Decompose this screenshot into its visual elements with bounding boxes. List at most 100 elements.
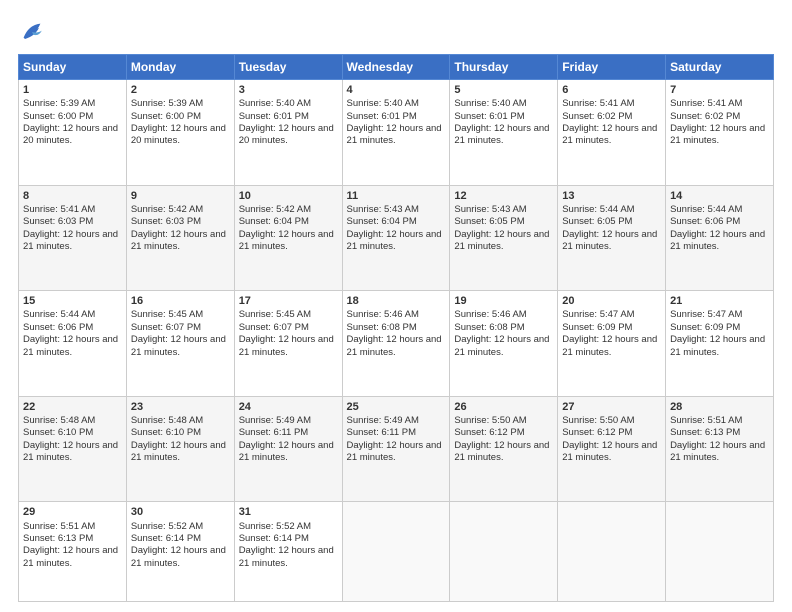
sunset-label: Sunset: 6:09 PM — [670, 322, 740, 333]
daylight-label: Daylight: 12 hours and 20 minutes. — [239, 123, 334, 146]
day-number: 18 — [347, 294, 446, 308]
calendar-cell: 22Sunrise: 5:48 AMSunset: 6:10 PMDayligh… — [19, 396, 127, 502]
sunrise-label: Sunrise: 5:52 AM — [239, 521, 311, 532]
sunrise-label: Sunrise: 5:49 AM — [347, 415, 419, 426]
daylight-label: Daylight: 12 hours and 21 minutes. — [347, 123, 442, 146]
sunset-label: Sunset: 6:00 PM — [131, 111, 201, 122]
sunset-label: Sunset: 6:13 PM — [23, 533, 93, 544]
sunset-label: Sunset: 6:07 PM — [239, 322, 309, 333]
calendar-cell: 23Sunrise: 5:48 AMSunset: 6:10 PMDayligh… — [126, 396, 234, 502]
day-number: 12 — [454, 189, 553, 203]
calendar-cell — [342, 502, 450, 602]
daylight-label: Daylight: 12 hours and 21 minutes. — [670, 334, 765, 357]
daylight-label: Daylight: 12 hours and 21 minutes. — [239, 334, 334, 357]
sunrise-label: Sunrise: 5:48 AM — [23, 415, 95, 426]
calendar-cell: 30Sunrise: 5:52 AMSunset: 6:14 PMDayligh… — [126, 502, 234, 602]
week-row-5: 29Sunrise: 5:51 AMSunset: 6:13 PMDayligh… — [19, 502, 774, 602]
calendar-cell: 4Sunrise: 5:40 AMSunset: 6:01 PMDaylight… — [342, 80, 450, 186]
day-number: 16 — [131, 294, 230, 308]
page: SundayMondayTuesdayWednesdayThursdayFrid… — [0, 0, 792, 612]
day-number: 1 — [23, 83, 122, 97]
calendar-cell: 25Sunrise: 5:49 AMSunset: 6:11 PMDayligh… — [342, 396, 450, 502]
day-number: 17 — [239, 294, 338, 308]
daylight-label: Daylight: 12 hours and 21 minutes. — [239, 229, 334, 252]
sunrise-label: Sunrise: 5:47 AM — [670, 309, 742, 320]
sunset-label: Sunset: 6:11 PM — [347, 427, 417, 438]
sunset-label: Sunset: 6:05 PM — [562, 216, 632, 227]
day-number: 31 — [239, 505, 338, 519]
calendar-cell: 19Sunrise: 5:46 AM Sunset: 6:08 PMDayligh… — [450, 291, 558, 397]
sunset-label: Sunset: 6:14 PM — [131, 533, 201, 544]
daylight-label: Daylight: 12 hours and 21 minutes. — [23, 229, 118, 252]
sunset-label: Sunset: 6:09 PM — [562, 322, 632, 333]
day-number: 30 — [131, 505, 230, 519]
sunrise-label: Sunrise: 5:45 AM — [131, 309, 203, 320]
day-number: 19 — [454, 294, 553, 308]
calendar-cell: 18Sunrise: 5:46 AMSunset: 6:08 PMDayligh… — [342, 291, 450, 397]
sunrise-label: Sunrise: 5:51 AM — [670, 415, 742, 426]
daylight-label: Daylight: 12 hours and 21 minutes. — [562, 229, 657, 252]
calendar-cell: 24Sunrise: 5:49 AMSunset: 6:11 PMDayligh… — [234, 396, 342, 502]
sunrise-label: Sunrise: 5:39 AM — [131, 98, 203, 109]
sunrise-label: Sunrise: 5:42 AM — [239, 204, 311, 215]
sunrise-label: Sunrise: 5:43 AM — [347, 204, 419, 215]
sunrise-label: Sunrise: 5:41 AM — [562, 98, 634, 109]
sunrise-label: Sunrise: 5:46 AM — [347, 309, 419, 320]
sunset-label: Sunset: 6:02 PM — [562, 111, 632, 122]
day-number: 11 — [347, 189, 446, 203]
calendar-cell: 9Sunrise: 5:42 AMSunset: 6:03 PMDaylight… — [126, 185, 234, 291]
sunset-label: Sunset: 6:00 PM — [23, 111, 93, 122]
day-header-thursday: Thursday — [450, 55, 558, 80]
daylight-label: Daylight: 12 hours and 21 minutes. — [23, 440, 118, 463]
sunset-label: Sunset: 6:06 PM — [670, 216, 740, 227]
day-number: 25 — [347, 400, 446, 414]
sunset-label: Sunset: 6:10 PM — [23, 427, 93, 438]
sunrise-label: Sunrise: 5:40 AM — [347, 98, 419, 109]
day-number: 5 — [454, 83, 553, 97]
calendar-cell: 29Sunrise: 5:51 AMSunset: 6:13 PMDayligh… — [19, 502, 127, 602]
week-row-2: 8Sunrise: 5:41 AMSunset: 6:03 PMDaylight… — [19, 185, 774, 291]
calendar-cell: 15Sunrise: 5:44 AMSunset: 6:06 PMDayligh… — [19, 291, 127, 397]
sunrise-label: Sunrise: 5:46 AM — [454, 309, 526, 320]
sunset-label: Sunset: 6:04 PM — [347, 216, 417, 227]
daylight-label: Daylight: 12 hours and 21 minutes. — [239, 545, 334, 568]
sunrise-label: Sunrise: 5:52 AM — [131, 521, 203, 532]
daylight-label: Daylight: 12 hours and 21 minutes. — [670, 440, 765, 463]
daylight-label: Daylight: 12 hours and 21 minutes. — [562, 334, 657, 357]
calendar-cell: 13Sunrise: 5:44 AMSunset: 6:05 PMDayligh… — [558, 185, 666, 291]
sunset-label: Sunset: 6:14 PM — [239, 533, 309, 544]
sunset-label: Sunset: 6:12 PM — [562, 427, 632, 438]
sunrise-label: Sunrise: 5:41 AM — [23, 204, 95, 215]
calendar-cell: 31 Sunrise: 5:52 AMSunset: 6:14 PMDayligh… — [234, 502, 342, 602]
calendar-cell: 16Sunrise: 5:45 AMSunset: 6:07 PMDayligh… — [126, 291, 234, 397]
daylight-label: Daylight: 12 hours and 21 minutes. — [454, 440, 549, 463]
sunset-label: Sunset: 6:12 PM — [454, 427, 524, 438]
calendar-cell: 11Sunrise: 5:43 AMSunset: 6:04 PMDayligh… — [342, 185, 450, 291]
calendar-cell: 26Sunrise: 5:50 AMSunset: 6:12 PMDayligh… — [450, 396, 558, 502]
sunset-label: Sunset: 6:08 PM — [454, 322, 524, 333]
sunrise-label: Sunrise: 5:42 AM — [131, 204, 203, 215]
calendar-cell — [666, 502, 774, 602]
daylight-label: Daylight: 12 hours and 21 minutes. — [454, 334, 549, 357]
sunrise-label: Sunrise: 5:40 AM — [239, 98, 311, 109]
daylight-label: Daylight: 12 hours and 21 minutes. — [131, 229, 226, 252]
day-number: 3 — [239, 83, 338, 97]
week-row-3: 15Sunrise: 5:44 AMSunset: 6:06 PMDayligh… — [19, 291, 774, 397]
daylight-label: Daylight: 12 hours and 21 minutes. — [347, 334, 442, 357]
sunrise-label: Sunrise: 5:49 AM — [239, 415, 311, 426]
day-header-sunday: Sunday — [19, 55, 127, 80]
sunrise-label: Sunrise: 5:50 AM — [562, 415, 634, 426]
day-header-tuesday: Tuesday — [234, 55, 342, 80]
calendar-cell: 1Sunrise: 5:39 AMSunset: 6:00 PMDaylight… — [19, 80, 127, 186]
day-header-monday: Monday — [126, 55, 234, 80]
calendar-cell: 20Sunrise: 5:47 AMSunset: 6:09 PMDayligh… — [558, 291, 666, 397]
day-number: 2 — [131, 83, 230, 97]
calendar-cell — [558, 502, 666, 602]
sunset-label: Sunset: 6:02 PM — [670, 111, 740, 122]
sunrise-label: Sunrise: 5:39 AM — [23, 98, 95, 109]
sunrise-label: Sunrise: 5:40 AM — [454, 98, 526, 109]
day-number: 21 — [670, 294, 769, 308]
logo — [18, 18, 50, 46]
sunrise-label: Sunrise: 5:47 AM — [562, 309, 634, 320]
calendar-cell: 5Sunrise: 5:40 AMSunset: 6:01 PMDaylight… — [450, 80, 558, 186]
